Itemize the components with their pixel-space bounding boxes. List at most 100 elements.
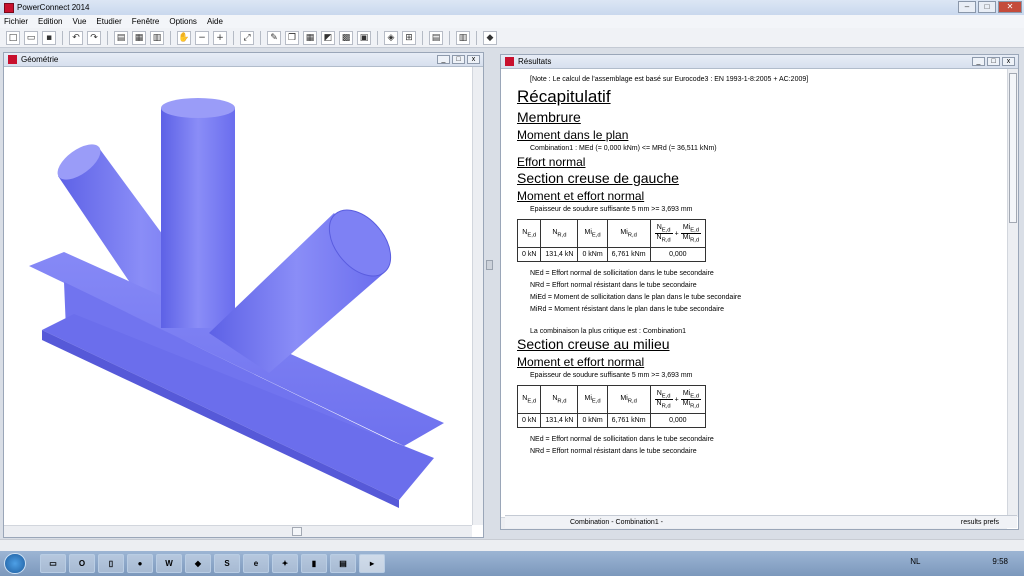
status-combination: Combination - Combination1 - xyxy=(570,518,663,526)
panel-icon xyxy=(8,55,17,64)
toolbar: □ ▭ ▪ ↶ ↷ ▤ ▦ ▥ ✋ − + ⤢ ✎ ❐ ▦ ◩ ▩ ▣ ◈ ⊞ … xyxy=(0,28,1024,48)
table-row: 0 kN 131,4 kN 0 kNm 6,761 kNm 0,000 xyxy=(516,247,707,262)
open-icon[interactable]: ▭ xyxy=(24,30,38,45)
heading-effort-normal: Effort normal xyxy=(517,155,586,169)
heading-moment-effort-2: Moment et effort normal xyxy=(517,355,645,369)
eurocode-note: [Note : Le calcul de l'assemblage est ba… xyxy=(530,76,809,83)
menu-options[interactable]: Options xyxy=(169,17,197,26)
app-task-icon[interactable]: ▯ xyxy=(98,554,124,573)
undo-icon[interactable]: ↶ xyxy=(69,30,83,45)
header-ned: NE,d xyxy=(516,219,542,248)
start-button[interactable] xyxy=(4,553,26,574)
results-panel-controls: _ □ x xyxy=(972,57,1015,66)
weld-check-2: Epaisseur de soudure suffisante 5 mm >= … xyxy=(530,372,693,379)
window-controls: – □ ✕ xyxy=(958,1,1022,13)
system-tray: NL 9:58 xyxy=(910,557,1008,566)
tool-task-icon[interactable]: ✦ xyxy=(272,554,298,573)
explorer-task-icon[interactable]: ▭ xyxy=(40,554,66,573)
results-content: [Note : Le calcul de l'assemblage est ba… xyxy=(501,70,1006,516)
fit-icon[interactable]: ⤢ xyxy=(240,30,254,45)
menu-fenetre[interactable]: Fenêtre xyxy=(132,17,160,26)
heading-membrure: Membrure xyxy=(517,109,581,125)
panel-minimize-button[interactable]: _ xyxy=(972,57,985,66)
clock[interactable]: 9:58 xyxy=(992,557,1008,566)
close-button[interactable]: ✕ xyxy=(998,1,1022,13)
powerconnect-task-icon[interactable]: ▸ xyxy=(359,554,385,573)
word-task-icon[interactable]: W xyxy=(156,554,182,573)
menu-vue[interactable]: Vue xyxy=(72,17,86,26)
geometry-title: Géométrie xyxy=(21,55,59,64)
table-row: 0 kN 131,4 kN 0 kNm 6,761 kNm 0,000 xyxy=(516,413,707,428)
print-icon[interactable]: ▦ xyxy=(132,30,146,45)
definitions-2: NEd = Effort normal de sollicitation dan… xyxy=(530,436,714,455)
geometry-panel: Géométrie _ □ x xyxy=(3,52,484,538)
layers-icon[interactable]: ▣ xyxy=(357,30,371,45)
vertical-tube xyxy=(161,108,235,328)
ie-task-icon[interactable]: e xyxy=(243,554,269,573)
report-icon[interactable]: ▤ xyxy=(429,30,443,45)
critical-combination: La combinaison la plus critique est : Co… xyxy=(530,328,687,335)
app-icon xyxy=(4,2,14,13)
geometry-horizontal-scrollbar[interactable] xyxy=(4,525,472,537)
pan-icon[interactable]: ✋ xyxy=(177,30,191,45)
weld-check: Epaisseur de soudure suffisante 5 mm >= … xyxy=(530,206,693,213)
menu-aide[interactable]: Aide xyxy=(207,17,223,26)
book-icon[interactable]: ◆ xyxy=(483,30,497,45)
results-panel-title: Résultats _ □ x xyxy=(501,55,1018,69)
geometry-panel-controls: _ □ x xyxy=(437,55,480,64)
preview-icon[interactable]: ▤ xyxy=(114,30,128,45)
heading-section-milieu: Section creuse au milieu xyxy=(517,336,670,352)
heading-section-gauche: Section creuse de gauche xyxy=(517,170,679,186)
grid-icon[interactable]: ▩ xyxy=(339,30,353,45)
panel-close-button[interactable]: x xyxy=(467,55,480,64)
calculator-icon[interactable]: ⊞ xyxy=(402,30,416,45)
panel-close-button[interactable]: x xyxy=(1002,57,1015,66)
vertical-tube-end xyxy=(161,98,235,118)
heading-moment-plan: Moment dans le plan xyxy=(517,128,629,142)
zoom-in-icon[interactable]: + xyxy=(213,30,227,45)
header-mird: MiR,d xyxy=(606,219,651,248)
copy-icon[interactable]: ❐ xyxy=(285,30,299,45)
taskbar: ▭ O ▯ ● W ◆ S e ✦ ▮ ▤ ▸ NL 9:58 xyxy=(0,551,1024,576)
status-bar: Combination - Combination1 - results pre… xyxy=(505,515,1017,528)
skype-task-icon[interactable]: S xyxy=(214,554,240,573)
gimp-task-icon[interactable]: ▮ xyxy=(301,554,327,573)
save-icon[interactable]: ▪ xyxy=(42,30,56,45)
paint-task-icon[interactable]: ◆ xyxy=(185,554,211,573)
panel-maximize-button[interactable]: □ xyxy=(987,57,1000,66)
panel-minimize-button[interactable]: _ xyxy=(437,55,450,64)
geometry-3d-view[interactable] xyxy=(4,68,474,526)
results-table-1: NE,d NR,d MiE,d MiR,d NE,d NR,d + MiE,d Mi… xyxy=(516,219,707,262)
chart-icon[interactable]: ▥ xyxy=(150,30,164,45)
office-task-icon[interactable]: O xyxy=(69,554,95,573)
geometry-panel-title: Géométrie _ □ x xyxy=(4,53,483,67)
combination-line: Combination1 : MEd (= 0,000 kNm) <= MRd … xyxy=(530,145,717,152)
results-vertical-scrollbar[interactable] xyxy=(1007,69,1018,517)
app-title: PowerConnect 2014 xyxy=(17,3,90,12)
minimize-button[interactable]: – xyxy=(958,1,976,13)
title-bar: PowerConnect 2014 – □ ✕ xyxy=(0,0,1024,15)
menu-etudier[interactable]: Etudier xyxy=(96,17,121,26)
maximize-button[interactable]: □ xyxy=(978,1,996,13)
header-nrd: NR,d xyxy=(540,219,579,248)
splitter-handle[interactable] xyxy=(486,260,493,270)
folder-task-icon[interactable]: ▤ xyxy=(330,554,356,573)
chart-report-icon[interactable]: ▥ xyxy=(456,30,470,45)
language-indicator[interactable]: NL xyxy=(910,557,920,566)
graph-icon[interactable]: ◩ xyxy=(321,30,335,45)
status-right: results prefs xyxy=(960,518,999,526)
menu-fichier[interactable]: Fichier xyxy=(4,17,28,26)
firefox-task-icon[interactable]: ● xyxy=(127,554,153,573)
header-formula: NE,d NR,d + MiE,d MiR,d xyxy=(649,219,707,248)
table-icon[interactable]: ▦ xyxy=(303,30,317,45)
zoom-out-icon[interactable]: − xyxy=(195,30,209,45)
main-horizontal-scrollbar[interactable] xyxy=(0,539,1024,551)
frame-icon[interactable]: ◈ xyxy=(384,30,398,45)
pen-icon[interactable]: ✎ xyxy=(267,30,281,45)
geometry-vertical-scrollbar[interactable] xyxy=(472,67,483,525)
panel-maximize-button[interactable]: □ xyxy=(452,55,465,64)
new-icon[interactable]: □ xyxy=(6,30,20,45)
results-table-2: NE,d NR,d MiE,d MiR,d NE,d NR,d + MiE,d Mi… xyxy=(516,385,707,428)
menu-edition[interactable]: Edition xyxy=(38,17,62,26)
redo-icon[interactable]: ↷ xyxy=(87,30,101,45)
